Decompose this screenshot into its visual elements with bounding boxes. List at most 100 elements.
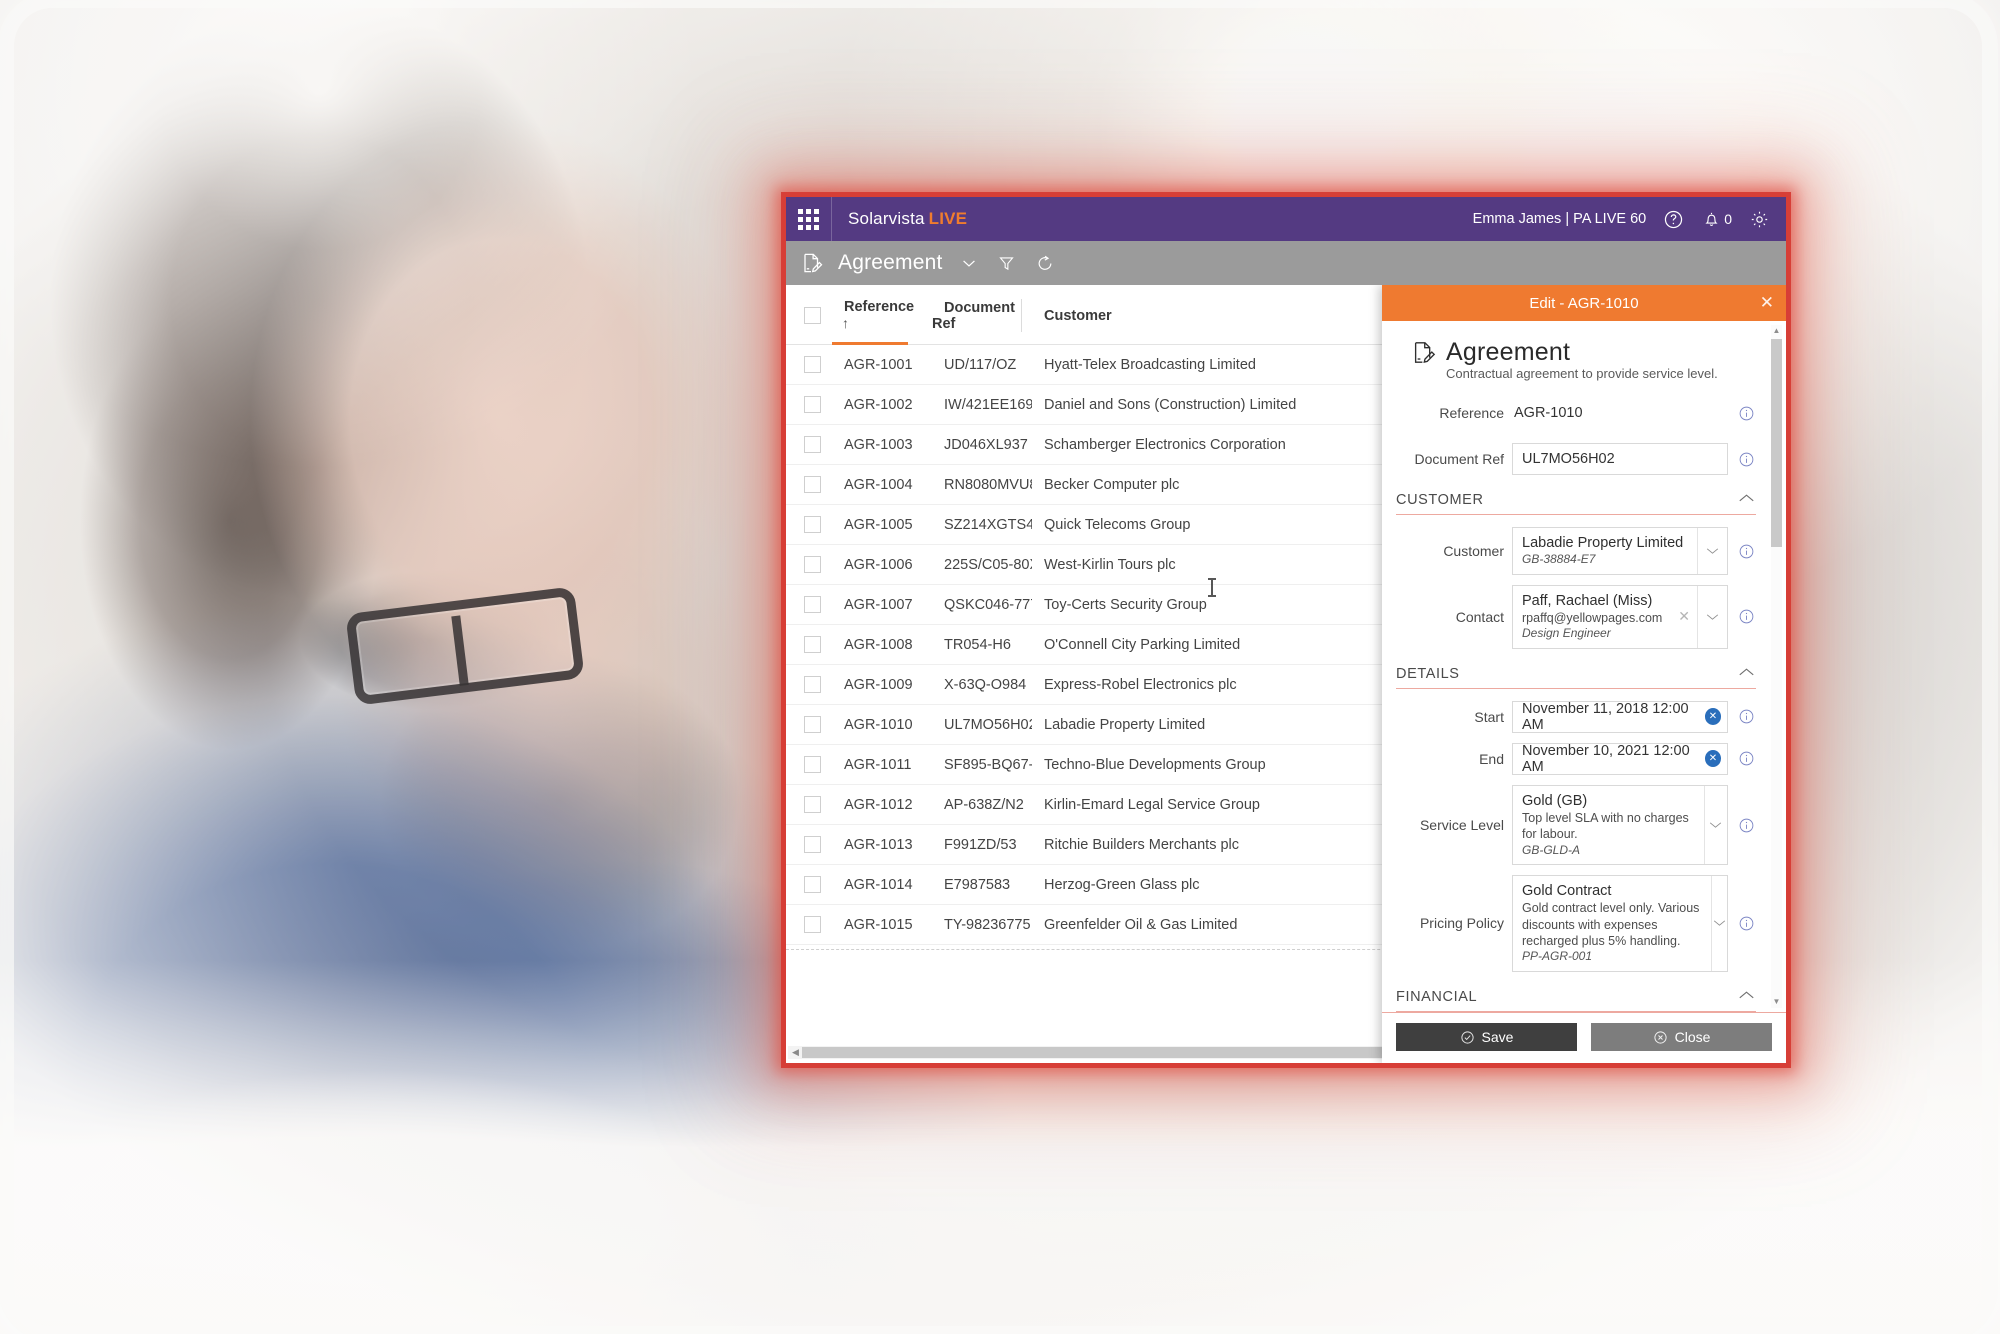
funnel-icon[interactable]: [995, 251, 1019, 275]
row-select-cell[interactable]: [786, 584, 832, 625]
field-label-contact: Contact: [1455, 608, 1504, 625]
row-select-cell[interactable]: [786, 464, 832, 505]
row-checkbox[interactable]: [804, 556, 821, 573]
column-header-reference[interactable]: Reference ↑: [832, 285, 932, 345]
cell-document-ref: UD/117/OZ: [932, 344, 1032, 385]
section-header-financial[interactable]: FINANCIAL: [1396, 988, 1756, 1012]
cell-reference: AGR-1014: [832, 864, 932, 905]
row-checkbox[interactable]: [804, 756, 821, 773]
row-select-cell[interactable]: [786, 704, 832, 745]
brand-logo[interactable]: Solarvista LIVE: [848, 209, 967, 229]
x-circle-icon: [1653, 1030, 1668, 1045]
row-checkbox[interactable]: [804, 476, 821, 493]
section-header-details[interactable]: DETAILS: [1396, 665, 1756, 689]
field-label-pricing-policy: Pricing Policy: [1419, 915, 1504, 932]
row-select-cell[interactable]: [786, 624, 832, 665]
cell-reference: AGR-1003: [832, 424, 932, 465]
row-checkbox[interactable]: [804, 636, 821, 653]
cell-reference: AGR-1004: [832, 464, 932, 505]
row-select-cell[interactable]: [786, 904, 832, 945]
chevron-down-icon[interactable]: [1711, 876, 1727, 971]
info-icon[interactable]: [1736, 708, 1756, 725]
help-circle-icon[interactable]: [1662, 208, 1684, 230]
field-reference: Reference AGR-1010: [1396, 401, 1756, 425]
scroll-left-arrow[interactable]: ◀: [790, 1047, 801, 1058]
scroll-down-arrow[interactable]: ▼: [1771, 996, 1782, 1008]
cancel-button[interactable]: Close: [1591, 1023, 1772, 1051]
entity-title: Agreement: [838, 251, 943, 274]
start-date-value: November 11, 2018 12:00 AM: [1522, 700, 1689, 733]
end-date-value: November 10, 2021 12:00 AM: [1522, 742, 1690, 775]
top-bar-actions: Emma James | PA LIVE 60 0: [1473, 208, 1786, 230]
row-checkbox[interactable]: [804, 356, 821, 373]
panel-scrollbar-thumb[interactable]: [1771, 339, 1782, 547]
chevron-down-icon[interactable]: [957, 251, 981, 275]
info-icon[interactable]: [1736, 915, 1756, 932]
row-checkbox[interactable]: [804, 716, 821, 733]
cell-document-ref: IW/421EE1693Y: [932, 384, 1032, 425]
clear-x-icon[interactable]: ✕: [1671, 586, 1697, 648]
save-button[interactable]: Save: [1396, 1023, 1577, 1051]
row-select-cell[interactable]: [786, 384, 832, 425]
row-select-cell[interactable]: [786, 864, 832, 905]
chevron-down-icon[interactable]: [1697, 585, 1727, 648]
info-icon[interactable]: [1736, 817, 1756, 834]
select-all-checkbox[interactable]: [804, 307, 821, 324]
row-select-cell[interactable]: [786, 544, 832, 585]
close-icon[interactable]: ✕: [1760, 285, 1774, 321]
field-label-document-ref: Document Ref: [1414, 451, 1504, 468]
info-icon[interactable]: [1736, 543, 1756, 560]
row-select-cell[interactable]: [786, 784, 832, 825]
clear-circle-icon[interactable]: ✕: [1704, 708, 1721, 726]
chevron-up-icon[interactable]: [1737, 988, 1756, 1006]
pricing-policy-combobox[interactable]: Gold Contract Gold contract level only. …: [1512, 875, 1728, 972]
row-checkbox[interactable]: [804, 836, 821, 853]
info-icon[interactable]: [1736, 750, 1756, 767]
chevron-up-icon[interactable]: [1737, 491, 1756, 509]
row-checkbox[interactable]: [804, 396, 821, 413]
column-label-customer: Customer: [1044, 307, 1112, 324]
info-icon[interactable]: [1736, 608, 1756, 625]
row-checkbox[interactable]: [804, 916, 821, 933]
info-icon[interactable]: [1736, 405, 1756, 422]
end-date-input[interactable]: November 10, 2021 12:00 AM ✕: [1512, 742, 1728, 775]
panel-vertical-scrollbar[interactable]: ▲ ▼: [1771, 325, 1782, 1008]
notifications-button[interactable]: 0: [1700, 208, 1732, 230]
row-select-cell[interactable]: [786, 344, 832, 385]
row-select-cell[interactable]: [786, 504, 832, 545]
app-grid-icon[interactable]: [786, 197, 832, 241]
pricing-policy-description: Gold contract level only. Various discou…: [1522, 901, 1700, 948]
chevron-down-icon[interactable]: [1697, 528, 1727, 574]
row-checkbox[interactable]: [804, 796, 821, 813]
section-header-customer[interactable]: CUSTOMER: [1396, 491, 1756, 516]
select-all-header[interactable]: [786, 285, 832, 345]
chevron-up-icon[interactable]: [1737, 665, 1756, 683]
start-date-input[interactable]: November 11, 2018 12:00 AM ✕: [1512, 700, 1728, 733]
clear-circle-icon[interactable]: ✕: [1704, 750, 1721, 768]
column-header-document-ref[interactable]: Document Ref: [932, 285, 1032, 345]
row-checkbox[interactable]: [804, 596, 821, 613]
scroll-up-arrow[interactable]: ▲: [1771, 325, 1782, 337]
info-icon[interactable]: [1736, 451, 1756, 468]
cell-reference: AGR-1007: [832, 584, 932, 625]
row-select-cell[interactable]: [786, 824, 832, 865]
gear-icon[interactable]: [1748, 208, 1770, 230]
row-checkbox[interactable]: [804, 876, 821, 893]
refresh-icon[interactable]: [1033, 251, 1057, 275]
row-select-cell[interactable]: [786, 424, 832, 465]
cell-document-ref: QSKC046-777: [932, 584, 1032, 625]
customer-combobox[interactable]: Labadie Property Limited GB-38884-E7: [1512, 527, 1728, 575]
row-select-cell[interactable]: [786, 744, 832, 785]
row-checkbox[interactable]: [804, 516, 821, 533]
document-ref-input[interactable]: UL7MO56H02: [1512, 443, 1728, 476]
row-checkbox[interactable]: [804, 436, 821, 453]
customer-name: Labadie Property Limited: [1522, 535, 1684, 552]
cell-reference: AGR-1001: [832, 344, 932, 385]
row-checkbox[interactable]: [804, 676, 821, 693]
row-select-cell[interactable]: [786, 664, 832, 705]
cell-document-ref: TY-98236775: [932, 904, 1032, 945]
contact-combobox[interactable]: Paff, Rachael (Miss) rpaffq@yellowpages.…: [1512, 584, 1728, 649]
user-account-label[interactable]: Emma James | PA LIVE 60: [1473, 211, 1647, 227]
service-level-combobox[interactable]: Gold (GB) Top level SLA with no charges …: [1512, 784, 1728, 866]
chevron-down-icon[interactable]: [1703, 785, 1727, 865]
